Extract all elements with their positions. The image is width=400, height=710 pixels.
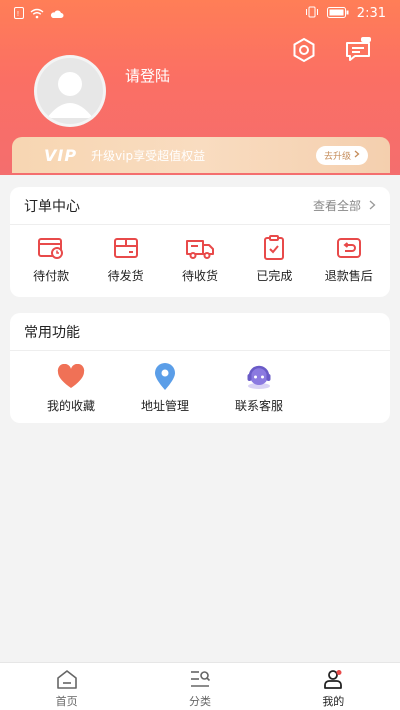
order-item-label: 待收货 (181, 269, 218, 283)
vibrate-icon (305, 6, 319, 21)
bottom-tab-bar: 首页 分类 我的 (0, 662, 400, 710)
order-pending-payment[interactable]: 待付款 (19, 235, 83, 284)
order-refund[interactable]: 退款售后 (317, 235, 381, 284)
upgrade-button-label: 去升级 (323, 152, 351, 162)
pending-receipt-icon (185, 235, 215, 261)
svg-text:!: ! (17, 11, 19, 18)
tab-label: 我的 (322, 695, 345, 708)
common-item-label: 地址管理 (140, 399, 189, 413)
tab-profile[interactable]: 我的 (267, 663, 400, 710)
pending-payment-icon (36, 235, 66, 261)
pending-shipment-icon (111, 235, 141, 261)
order-pending-receipt[interactable]: 待收货 (168, 235, 232, 284)
tab-label: 分类 (188, 695, 211, 708)
contact-customer-service[interactable]: 联系客服 (212, 363, 306, 414)
avatar[interactable] (34, 55, 106, 127)
message-icon[interactable] (344, 36, 372, 64)
common-item-label: 我的收藏 (46, 399, 95, 413)
order-item-label: 待发货 (107, 269, 144, 283)
battery-icon (326, 6, 349, 21)
common-functions-card: 常用功能 我的收藏 地址管理 联系客服 (10, 313, 390, 423)
tab-category[interactable]: 分类 (133, 663, 266, 710)
login-prompt[interactable]: 请登陆 (125, 65, 170, 86)
settings-icon[interactable] (290, 36, 318, 64)
category-icon (188, 668, 212, 690)
customer-service-icon (244, 363, 274, 391)
sim-icon: ! (14, 7, 24, 22)
vip-banner[interactable]: VIP 升级vip享受超值权益 去升级 (12, 137, 390, 173)
common-item-label: 联系客服 (234, 399, 283, 413)
address-management[interactable]: 地址管理 (118, 363, 212, 414)
my-favorites[interactable]: 我的收藏 (24, 363, 118, 414)
profile-header: ! 2:31 请登陆 VIP 升级vip享受超值权益 去升级 (0, 0, 400, 175)
order-center-title: 订单中心 (24, 198, 80, 215)
view-all-orders-link[interactable]: 查看全部 (313, 197, 376, 214)
chevron-right-icon (354, 150, 360, 161)
common-functions-title: 常用功能 (24, 324, 80, 341)
order-center-card: 订单中心 查看全部 待付款 待发货 待收货 已完成 退款售后 (10, 187, 390, 297)
order-item-label: 退款售后 (324, 269, 373, 283)
clock-time: 2:31 (356, 6, 386, 21)
chevron-right-icon (369, 199, 376, 213)
order-item-label: 待付款 (33, 269, 70, 283)
upgrade-button[interactable]: 去升级 (315, 146, 368, 165)
order-pending-shipment[interactable]: 待发货 (94, 235, 158, 284)
order-item-label: 已完成 (256, 269, 293, 283)
order-completed[interactable]: 已完成 (242, 235, 306, 284)
refund-icon (334, 235, 364, 261)
wifi-icon (30, 8, 44, 22)
tab-home[interactable]: 首页 (0, 663, 133, 710)
view-all-label: 查看全部 (312, 199, 361, 213)
vip-logo: VIP (44, 145, 78, 165)
home-icon (55, 668, 79, 690)
status-bar: ! 2:31 (0, 0, 400, 28)
profile-icon (321, 668, 345, 690)
tab-label: 首页 (55, 695, 78, 708)
cloud-icon (50, 8, 64, 22)
vip-text: 升级vip享受超值权益 (91, 148, 206, 163)
heart-icon (56, 363, 86, 391)
location-pin-icon (150, 363, 180, 391)
completed-icon (259, 235, 289, 261)
